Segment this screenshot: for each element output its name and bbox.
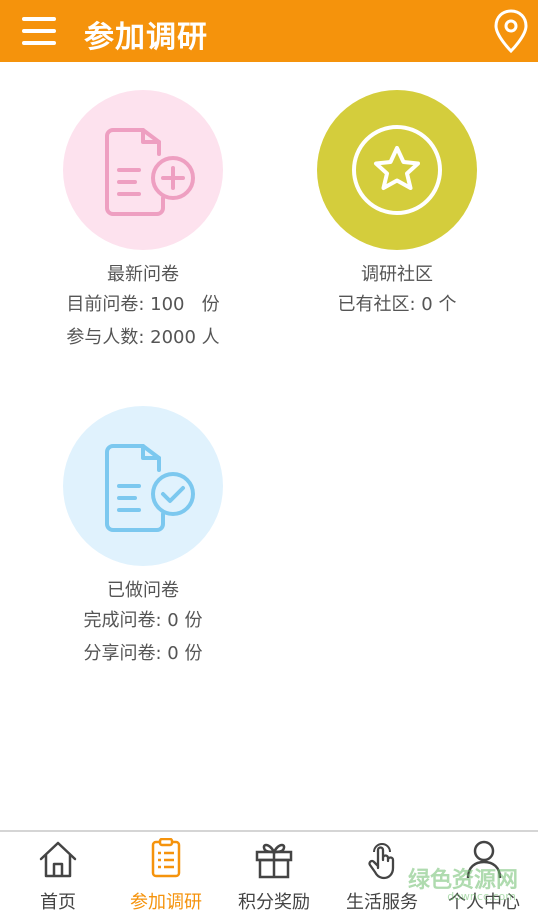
touch-hand-icon	[368, 843, 395, 880]
hamburger-menu-icon-bar	[22, 29, 56, 33]
card-stat-communities: 已有社区: 0 个	[337, 294, 457, 315]
card-completed-survey[interactable]: 已做问卷 完成问卷: 0 份 分享问卷: 0 份	[23, 406, 263, 670]
completed-survey-circle	[63, 406, 223, 566]
menu-button[interactable]	[20, 13, 58, 49]
completed-survey-icon	[105, 444, 195, 532]
tab-label: 首页	[40, 892, 76, 913]
tab-home[interactable]: 首页	[4, 832, 112, 917]
location-pin-icon	[494, 9, 528, 54]
tab-survey[interactable]: 参加调研	[112, 832, 220, 917]
tab-label: 参加调研	[130, 892, 202, 913]
card-stat-participants: 参与人数: 2000 人	[66, 327, 220, 348]
star-icon	[352, 125, 442, 215]
community-circle	[317, 90, 477, 250]
card-stat-surveys: 目前问卷: 100 份	[66, 294, 220, 315]
card-community[interactable]: 调研社区 已有社区: 0 个	[277, 90, 517, 321]
hamburger-menu-icon-bar	[22, 41, 56, 45]
card-title: 最新问卷	[107, 264, 179, 285]
new-survey-circle	[63, 90, 223, 250]
tab-rewards[interactable]: 积分奖励	[220, 832, 328, 917]
page-title: 参加调研	[84, 20, 208, 55]
location-button[interactable]	[492, 8, 530, 54]
gift-icon	[255, 843, 293, 879]
watermark-subtext: downcc.com	[447, 890, 516, 903]
tab-label: 积分奖励	[238, 892, 310, 913]
new-survey-icon	[105, 128, 195, 216]
app-header: 参加调研	[0, 0, 538, 62]
card-title: 已做问卷	[107, 580, 179, 601]
survey-list-icon	[151, 838, 181, 878]
card-stat-shared: 分享问卷: 0 份	[83, 643, 203, 664]
hamburger-menu-icon	[22, 17, 56, 21]
card-stat-completed: 完成问卷: 0 份	[83, 610, 203, 631]
card-title: 调研社区	[361, 264, 433, 285]
card-new-survey[interactable]: 最新问卷 目前问卷: 100 份 参与人数: 2000 人	[23, 90, 263, 354]
home-icon	[39, 841, 77, 878]
